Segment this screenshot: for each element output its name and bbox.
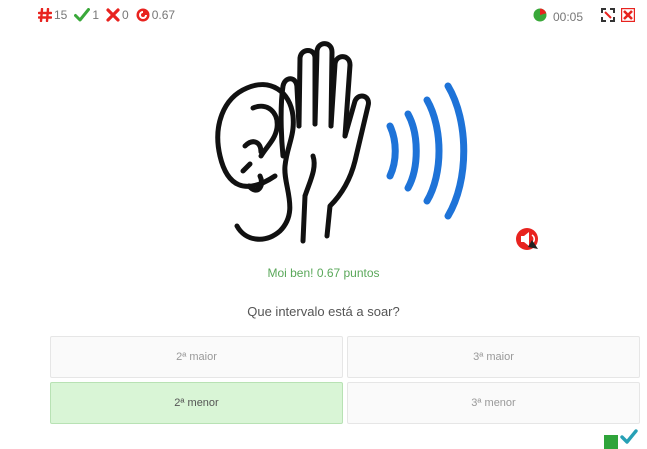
- play-audio-button[interactable]: [514, 227, 544, 253]
- total-count: 15: [54, 8, 68, 22]
- stats-bar: 15 1 0 0.67: [38, 8, 179, 22]
- correct-stat: 1: [74, 8, 99, 22]
- total-stat: 15: [38, 8, 67, 22]
- sound-waves-icon: [386, 82, 468, 220]
- hash-icon: [38, 8, 52, 22]
- option-3rd-minor[interactable]: 3ª menor: [347, 382, 640, 424]
- hand-icon: [278, 41, 371, 244]
- listening-illustration: [205, 36, 475, 256]
- question-text: Que intervalo está a soar?: [247, 304, 400, 319]
- option-2nd-minor[interactable]: 2ª menor: [50, 382, 343, 424]
- next-button[interactable]: [604, 428, 638, 449]
- next-check-icon: [620, 428, 638, 449]
- right-controls: 00:05: [533, 7, 636, 25]
- top-bar: 15 1 0 0.67 00:05: [0, 7, 647, 30]
- wrong-stat: 0: [106, 8, 129, 22]
- timer: 00:05: [533, 8, 583, 25]
- option-3rd-major[interactable]: 3ª maior: [347, 336, 640, 378]
- score-value: 0.67: [151, 8, 176, 22]
- feedback-message: Moi ben! 0.67 puntos: [267, 266, 380, 280]
- speaker-icon: [516, 228, 538, 250]
- timer-value: 00:05: [552, 9, 583, 24]
- wrong-count: 0: [122, 8, 129, 22]
- cross-icon: [106, 8, 120, 22]
- score-icon: [136, 8, 150, 22]
- pie-timer-icon: [533, 8, 547, 25]
- correct-count: 1: [92, 8, 100, 22]
- next-square: [604, 435, 618, 449]
- score-stat: 0.67: [136, 8, 175, 22]
- close-icon[interactable]: [620, 7, 636, 25]
- check-icon: [74, 8, 91, 22]
- answer-options: 2ª maior 3ª maior 2ª menor 3ª menor: [50, 336, 640, 424]
- option-2nd-major[interactable]: 2ª maior: [50, 336, 343, 378]
- fullscreen-icon[interactable]: [601, 8, 615, 25]
